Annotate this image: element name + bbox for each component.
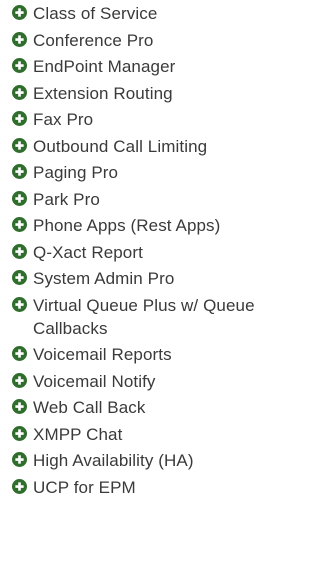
plus-circle-icon [12,111,27,126]
list-item[interactable]: Phone Apps (Rest Apps) [0,214,328,237]
list-item-label: High Availability (HA) [33,451,194,470]
plus-circle-icon [12,399,27,414]
list-item[interactable]: Park Pro [0,188,328,211]
list-item[interactable]: Conference Pro [0,29,328,52]
list-item[interactable]: UCP for EPM [0,476,328,499]
list-item[interactable]: System Admin Pro [0,267,328,290]
list-item-label: Fax Pro [33,110,94,129]
list-item[interactable]: Class of Service [0,2,328,25]
plus-circle-icon [12,425,27,441]
plus-circle-icon [12,58,27,73]
plus-circle-icon [12,190,27,206]
list-item[interactable]: High Availability (HA) [0,449,328,472]
plus-circle-icon [12,5,27,20]
plus-circle-icon [12,31,27,47]
list-item-label: Web Call Back [33,398,146,417]
list-item-label: XMPP Chat [33,424,123,444]
plus-circle-icon [12,296,27,312]
list-item[interactable]: Virtual Queue Plus w/ Queue Callbacks [0,294,328,340]
list-item[interactable]: Voicemail Reports [0,343,328,366]
list-item-label: Virtual Queue Plus w/ Queue Callbacks [33,295,255,338]
list-item[interactable]: Outbound Call Limiting [0,135,328,158]
list-item[interactable]: Paging Pro [0,161,328,184]
plus-circle-icon [12,84,27,100]
list-item-label: Paging Pro [33,163,119,182]
list-item[interactable]: Extension Routing [0,82,328,105]
list-item[interactable]: EndPoint Manager [0,55,328,78]
plus-circle-icon [12,478,27,494]
list-item-label: Voicemail Reports [33,345,172,364]
list-item-label: System Admin Pro [33,269,175,288]
plus-circle-icon [12,346,27,361]
list-item-label: Class of Service [33,4,158,23]
plus-circle-icon [12,270,27,285]
list-item[interactable]: Web Call Back [0,396,328,419]
list-item-label: EndPoint Manager [33,57,176,76]
feature-list: Class of Service Conference Pro EndPoint M… [0,0,328,499]
plus-circle-icon [12,452,27,467]
plus-circle-icon [12,217,27,232]
plus-circle-icon [12,137,27,153]
list-item[interactable]: Q-Xact Report [0,241,328,264]
list-item-label: Voicemail Notify [33,371,156,391]
plus-circle-icon [12,372,27,388]
plus-circle-icon [12,164,27,179]
list-item-label: Outbound Call Limiting [33,136,208,156]
list-item-label: Conference Pro [33,30,154,50]
list-item[interactable]: Voicemail Notify [0,370,328,393]
list-item-label: Park Pro [33,189,100,209]
list-item[interactable]: Fax Pro [0,108,328,131]
list-item[interactable]: XMPP Chat [0,423,328,446]
plus-circle-icon [12,243,27,259]
list-item-label: Q-Xact Report [33,242,143,262]
list-item-label: UCP for EPM [33,477,136,497]
list-item-label: Phone Apps (Rest Apps) [33,216,221,235]
list-item-label: Extension Routing [33,83,173,103]
